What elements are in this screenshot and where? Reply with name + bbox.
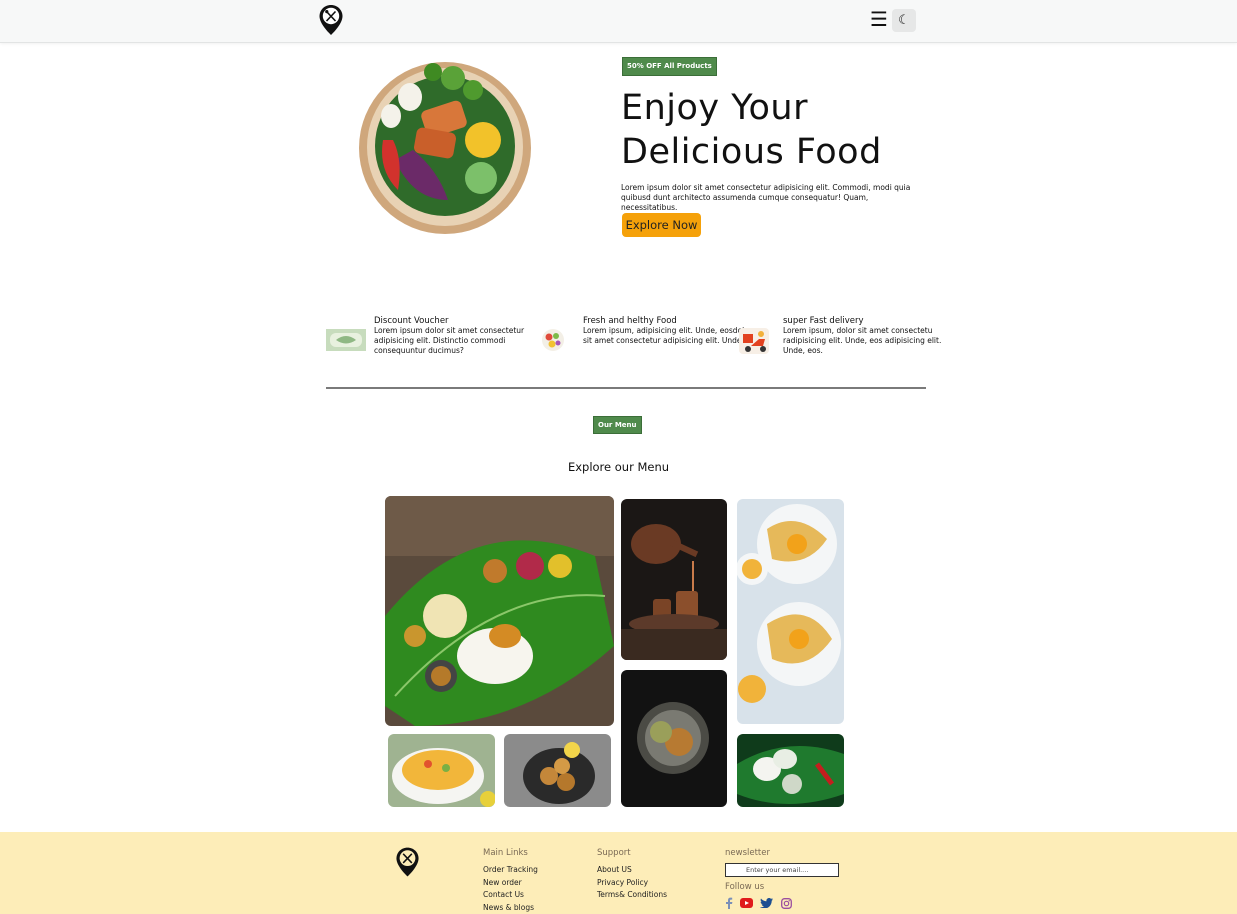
footer-newsletter: newsletter <box>725 848 770 864</box>
hamburger-menu-icon[interactable]: ☰ <box>869 9 889 30</box>
feature-title: Discount Voucher <box>374 316 449 326</box>
menu-item-crepes[interactable] <box>737 499 844 724</box>
footer-link-privacy-policy[interactable]: Privacy Policy <box>597 877 667 890</box>
section-divider <box>326 387 926 389</box>
voucher-icon <box>326 329 366 351</box>
explore-now-button[interactable]: Explore Now <box>622 213 701 237</box>
salad-bowl-image <box>359 62 531 234</box>
offer-badge: 50% OFF All Products <box>622 57 717 76</box>
feature-text: Lorem ipsum dolor sit amet consectetur a… <box>374 326 525 355</box>
menu-section-title: Explore our Menu <box>567 460 670 474</box>
feature-fresh-food: Fresh and helthy Food Lorem ipsum, adipi… <box>583 316 763 346</box>
feature-text: Lorem ipsum, adipisicing elit. Unde, eos… <box>583 326 762 345</box>
menu-item-poha[interactable] <box>388 734 495 807</box>
footer-support-title: Support <box>597 848 631 858</box>
footer-link-new-order[interactable]: New order <box>483 877 538 890</box>
footer-support: Support About US Privacy Policy Terms& C… <box>597 848 667 902</box>
menu-item-tea-pouring[interactable] <box>621 499 727 660</box>
footer-link-order-tracking[interactable]: Order Tracking <box>483 864 538 877</box>
top-navbar: ☰ ☾ <box>0 0 1237 43</box>
newsletter-email-input[interactable]: Enter your email.... <box>725 863 839 877</box>
feature-discount-voucher: Discount Voucher Lorem ipsum dolor sit a… <box>374 316 554 356</box>
footer-link-news-blogs[interactable]: News & blogs <box>483 902 538 914</box>
hero-title: Enjoy Your Delicious Food <box>621 86 921 174</box>
menu-item-idli[interactable] <box>737 734 844 807</box>
twitter-icon[interactable] <box>760 898 773 908</box>
youtube-icon[interactable] <box>740 898 753 908</box>
footer-link-contact-us[interactable]: Contact Us <box>483 889 538 902</box>
feature-title: Fresh and helthy Food <box>583 316 677 326</box>
hero-title-line-1: Enjoy Your <box>621 88 808 128</box>
newsletter-title: newsletter <box>725 848 770 858</box>
fresh-food-icon <box>542 329 564 351</box>
footer-link-terms[interactable]: Terms& Conditions <box>597 889 667 902</box>
footer-main-links-title: Main Links <box>483 848 528 858</box>
instagram-icon[interactable] <box>781 898 792 909</box>
facebook-icon[interactable] <box>725 897 733 909</box>
footer-link-about-us[interactable]: About US <box>597 864 667 877</box>
menu-item-fried-snack[interactable] <box>504 734 611 807</box>
dark-mode-toggle-icon[interactable]: ☾ <box>892 9 916 32</box>
follow-us-label: Follow us <box>725 882 765 892</box>
delivery-scooter-icon <box>739 328 769 354</box>
logo-icon[interactable] <box>318 4 344 36</box>
hero-title-line-2: Delicious Food <box>621 132 882 172</box>
feature-fast-delivery: super Fast delivery Lorem ipsum, dolor s… <box>783 316 963 356</box>
hero-description: Lorem ipsum dolor sit amet consectetur a… <box>621 183 911 212</box>
feature-text: Lorem ipsum, dolor sit amet consectetu r… <box>783 326 942 355</box>
footer-main-links: Main Links Order Tracking New order Cont… <box>483 848 538 914</box>
feature-title: super Fast delivery <box>783 316 864 326</box>
menu-item-banana-leaf-meal[interactable] <box>385 496 614 726</box>
footer-logo-icon[interactable] <box>395 846 420 878</box>
menu-item-vada[interactable] <box>621 670 727 807</box>
our-menu-badge: Our Menu <box>593 416 642 434</box>
